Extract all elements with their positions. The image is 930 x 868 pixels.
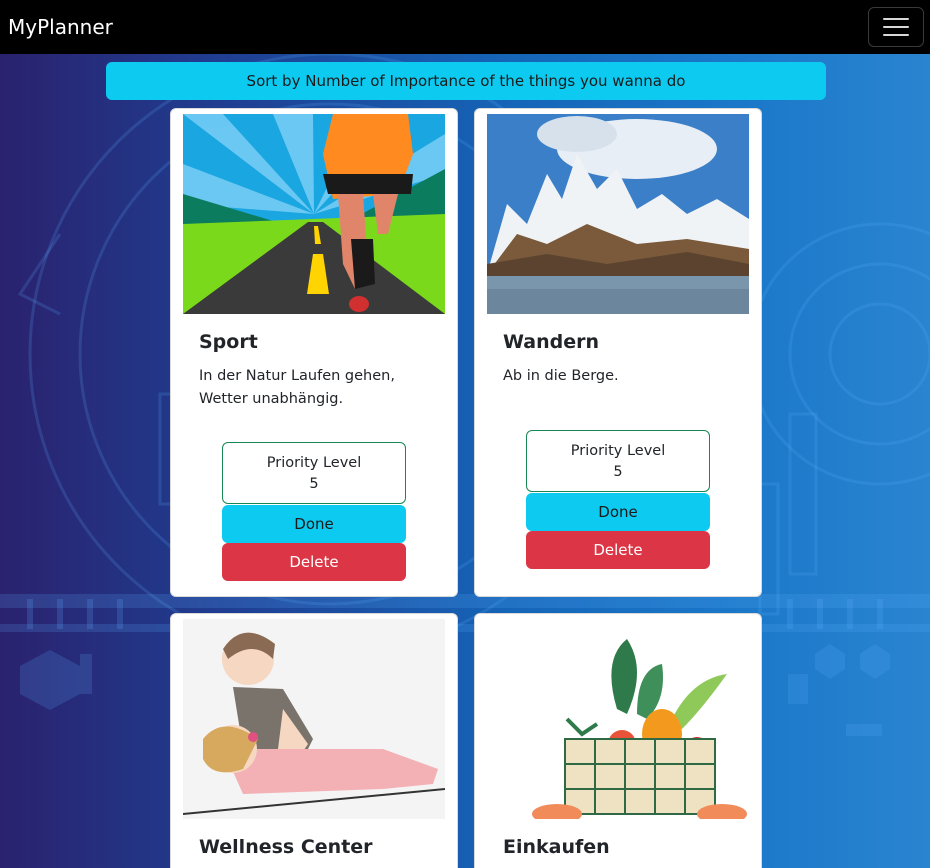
- priority-value: 5: [613, 463, 623, 480]
- card-description: In der Natur Laufen gehen, Wetter unabhä…: [199, 368, 395, 407]
- delete-button[interactable]: Delete: [222, 543, 406, 581]
- card-title: Wandern: [503, 331, 600, 353]
- priority-level-box: Priority Level 5: [526, 430, 710, 492]
- todo-card-einkaufen: Einkaufen: [474, 613, 762, 868]
- card-title: Wellness Center: [199, 836, 373, 858]
- card-image-wellness: [183, 619, 445, 819]
- todo-card-sport: Sport In der Natur Laufen gehen, Wetter …: [170, 108, 458, 597]
- hamburger-icon: [883, 18, 909, 20]
- navbar: MyPlanner: [0, 0, 930, 54]
- tech-background: [0, 54, 930, 868]
- card-description: Ab in die Berge.: [503, 368, 619, 384]
- card-image-sport: [183, 114, 445, 314]
- priority-value: 5: [309, 475, 319, 492]
- card-image-wandern: [487, 114, 749, 314]
- card-title: Sport: [199, 331, 258, 353]
- priority-label: Priority Level: [266, 454, 362, 471]
- brand-title[interactable]: MyPlanner: [8, 15, 113, 39]
- done-button[interactable]: Done: [526, 493, 710, 531]
- priority-label: Priority Level: [570, 442, 666, 459]
- priority-level-box: Priority Level 5: [222, 442, 406, 504]
- card-title: Einkaufen: [503, 836, 610, 858]
- sort-button[interactable]: Sort by Number of Importance of the thin…: [106, 62, 826, 100]
- todo-card-wandern: Wandern Ab in die Berge. Priority Level …: [474, 108, 762, 597]
- menu-toggle-button[interactable]: [868, 7, 924, 47]
- done-button[interactable]: Done: [222, 505, 406, 543]
- todo-card-wellness-center: Wellness Center: [170, 613, 458, 868]
- circuit-pattern: [0, 54, 930, 736]
- card-image-einkaufen: [487, 619, 749, 819]
- delete-button[interactable]: Delete: [526, 531, 710, 569]
